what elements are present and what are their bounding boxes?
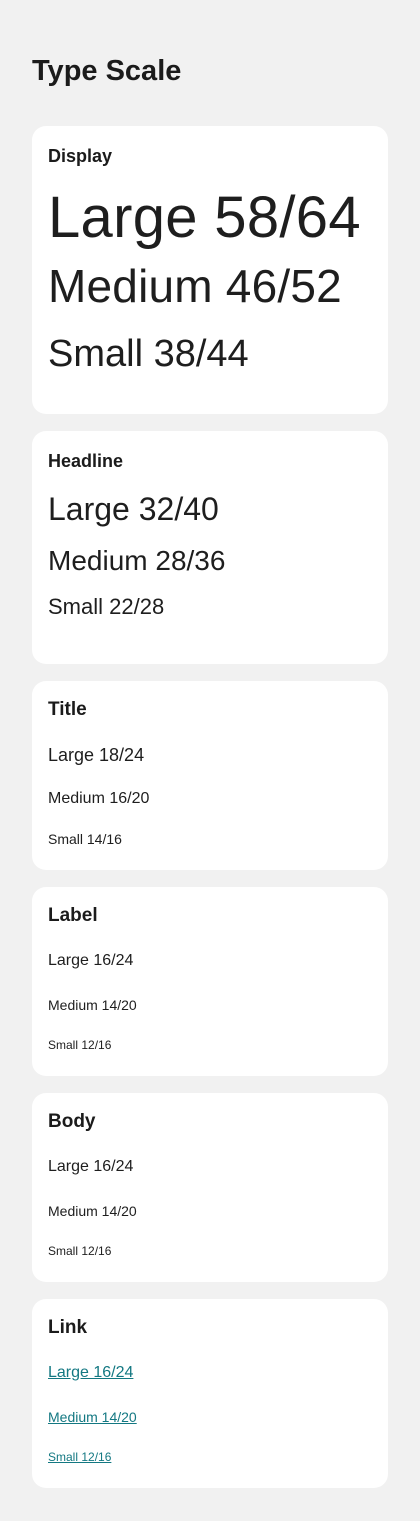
display-card: Display Large 58/64 Medium 46/52 Small 3… xyxy=(32,126,388,414)
type-scale-page: Type Scale Display Large 58/64 Medium 46… xyxy=(0,0,420,1488)
body-large-sample: Large 16/24 xyxy=(48,1158,134,1175)
headline-card: Headline Large 32/40 Medium 28/36 Small … xyxy=(32,431,388,664)
link-card: Link Large 16/24 Medium 14/20 Small 12/1… xyxy=(32,1299,388,1488)
label-small-sample: Small 12/16 xyxy=(48,1038,112,1052)
title-card-title: Title xyxy=(48,699,87,720)
link-small-sample[interactable]: Small 12/16 xyxy=(48,1449,372,1465)
headline-medium-sample: Medium 28/36 xyxy=(48,545,226,576)
title-large-sample: Large 18/24 xyxy=(48,745,145,765)
headline-card-title: Headline xyxy=(48,451,124,471)
label-medium-sample: Medium 14/20 xyxy=(48,997,137,1013)
display-card-title: Display xyxy=(48,146,113,166)
display-small-sample: Small 38/44 xyxy=(48,333,249,375)
body-card-title: Body xyxy=(48,1111,96,1132)
label-card-title: Label xyxy=(48,905,98,926)
link-medium-sample[interactable]: Medium 14/20 xyxy=(48,1407,372,1427)
display-large-sample: Large 58/64 xyxy=(48,185,361,250)
body-small-sample: Small 12/16 xyxy=(48,1244,112,1258)
page-title: Type Scale xyxy=(32,55,182,87)
link-large-sample[interactable]: Large 16/24 xyxy=(48,1361,372,1385)
label-large-sample: Large 16/24 xyxy=(48,952,134,969)
body-medium-sample: Medium 14/20 xyxy=(48,1203,137,1219)
headline-small-sample: Small 22/28 xyxy=(48,594,165,619)
title-small-sample: Small 14/16 xyxy=(48,831,122,847)
headline-large-sample: Large 32/40 xyxy=(48,491,219,527)
title-card: Title Large 18/24 Medium 16/20 Small 14/… xyxy=(32,681,388,870)
body-card: Body Large 16/24 Medium 14/20 Small 12/1… xyxy=(32,1093,388,1282)
link-card-title: Link xyxy=(48,1317,88,1338)
title-medium-sample: Medium 16/20 xyxy=(48,790,150,807)
label-card: Label Large 16/24 Medium 14/20 Small 12/… xyxy=(32,887,388,1076)
display-medium-sample: Medium 46/52 xyxy=(48,260,342,312)
